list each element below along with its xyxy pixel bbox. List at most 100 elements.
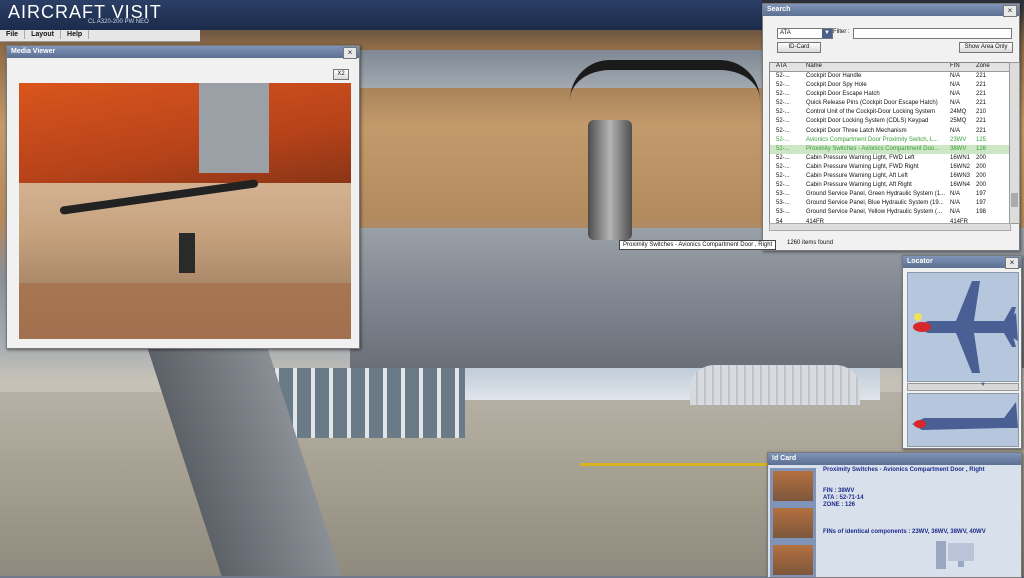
id-card-title: Id Card <box>768 453 1021 465</box>
table-row[interactable]: 52-... Avionics Compartment Door Proximit… <box>770 136 1010 145</box>
cell-name: Ground Service Panel, Green Hydraulic Sy… <box>806 191 946 198</box>
table-row[interactable]: 52-... Quick Release Pins (Cockpit Door E… <box>770 99 1010 108</box>
search-mode-select[interactable]: ATA ▼ <box>777 28 833 39</box>
cell-name: Cockpit Door Locking System (CDLS) Keypa… <box>806 118 929 125</box>
locator-top-view[interactable] <box>907 272 1019 382</box>
table-vertical-scrollbar[interactable] <box>1009 62 1020 224</box>
table-row[interactable]: 53-... Ground Service Panel, Green Hydrau… <box>770 190 1010 199</box>
table-row[interactable]: 52-... Cockpit Door Escape Hatch N/A 221 <box>770 90 1010 99</box>
cell-fin: 16WN2 <box>950 163 971 170</box>
locator-title: Locator <box>903 256 1021 268</box>
locator-side-view[interactable] <box>907 393 1019 447</box>
cell-name: Cockpit Door Spy Hole <box>806 82 867 89</box>
col-zone[interactable]: Zone <box>976 63 990 69</box>
filter-label: Filter : <box>833 29 850 35</box>
cell-ata: 52-... <box>776 109 790 116</box>
cell-fin: N/A <box>950 191 961 198</box>
table-row[interactable]: 52-... Cabin Pressure Warning Light, Aft … <box>770 172 1010 181</box>
cell-name: Control Unit of the Cockpit-Door Locking… <box>806 109 936 116</box>
table-horizontal-scrollbar[interactable] <box>769 223 1011 231</box>
cell-zone: 125 <box>976 136 987 143</box>
cell-fin: N/A <box>950 209 961 216</box>
hangar-building <box>690 365 860 405</box>
cell-zone: 200 <box>976 173 987 180</box>
thumbnail-image[interactable] <box>773 471 813 501</box>
locator-slider[interactable]: ▼ <box>907 382 1019 391</box>
media-viewer-close-button[interactable]: × <box>343 47 357 59</box>
slider-handle-icon[interactable]: ▼ <box>980 382 986 388</box>
cell-name: Cockpit Door Three Latch Mechanism <box>806 127 907 134</box>
cell-ata: 53-... <box>776 200 790 207</box>
menu-layout[interactable]: Layout <box>25 30 62 39</box>
table-row[interactable]: 52-... Cabin Pressure Warning Light, FWD … <box>770 154 1010 163</box>
cell-zone: 200 <box>976 154 987 161</box>
component-ata: ATA : 52-71-14 <box>823 495 864 501</box>
cell-zone: 197 <box>976 200 987 207</box>
menu-file[interactable]: File <box>0 30 26 39</box>
cell-ata: 53-... <box>776 191 790 198</box>
aircraft-top-view-icon <box>913 281 1018 373</box>
search-title: Search <box>763 4 1019 16</box>
scroll-thumb[interactable] <box>1011 193 1018 207</box>
cell-zone: 200 <box>976 163 987 170</box>
cell-name: Cabin Pressure Warning Light, Aft Left <box>806 173 908 180</box>
table-row[interactable]: 53-... Ground Service Panel, Blue Hydraul… <box>770 199 1010 208</box>
search-window: Search × ATA ▼ Filter : ID-Card Show Are… <box>762 3 1020 251</box>
proximity-sensor-model[interactable] <box>588 120 632 240</box>
table-row[interactable]: 52-... Cabin Pressure Warning Light, FWD … <box>770 163 1010 172</box>
table-row[interactable]: 52-... Cockpit Door Handle N/A 221 <box>770 72 1010 81</box>
zoom-x2-button[interactable]: X2 <box>333 69 349 80</box>
thumbnail-image[interactable] <box>773 508 813 538</box>
media-viewer-title: Media Viewer <box>7 46 359 58</box>
cell-ata: 53-... <box>776 209 790 216</box>
cell-ata: 52-... <box>776 127 790 134</box>
menu-help[interactable]: Help <box>61 30 90 39</box>
cable-harness <box>570 60 760 100</box>
table-row[interactable]: 52-... Cockpit Door Spy Hole N/A 221 <box>770 81 1010 90</box>
id-card-button[interactable]: ID-Card <box>777 42 821 53</box>
cell-ata: 52-... <box>776 118 790 125</box>
cell-fin: N/A <box>950 73 961 79</box>
cell-fin: 38WV <box>950 145 967 152</box>
cell-name: Quick Release Pins (Cockpit Door Escape … <box>806 100 938 107</box>
cell-ata: 52-... <box>776 73 790 79</box>
show-area-only-button[interactable]: Show Area Only <box>959 42 1013 53</box>
cell-fin: 23WV <box>950 136 967 143</box>
cell-fin: 16WN4 <box>950 182 971 189</box>
cell-name: Ground Service Panel, Blue Hydraulic Sys… <box>806 200 944 207</box>
results-count: 1260 items found <box>787 240 834 246</box>
thumbnail-image[interactable] <box>773 545 813 575</box>
component-photo <box>19 83 351 339</box>
cell-fin: N/A <box>950 82 961 89</box>
table-row[interactable]: 52-... Proximity Switches - Avionics Comp… <box>770 144 1010 154</box>
col-fin[interactable]: FIN <box>950 63 960 69</box>
cell-ata: 52-... <box>776 82 790 89</box>
table-row[interactable]: 52-... Control Unit of the Cockpit-Door L… <box>770 108 1010 117</box>
table-row[interactable]: 52-... Cockpit Door Three Latch Mechanism… <box>770 127 1010 136</box>
menu-bar: File Layout Help <box>0 30 200 42</box>
col-name[interactable]: Name <box>806 63 822 69</box>
table-row[interactable]: 53-... Ground Service Panel, Yellow Hydra… <box>770 208 1010 217</box>
app-header: AIRCRAFT VISIT CL A320-200 PW NEO <box>0 0 762 30</box>
cell-fin: 25MQ <box>950 118 967 125</box>
cell-ata: 52-... <box>776 173 790 180</box>
cell-ata: 52-... <box>776 91 790 98</box>
table-row[interactable]: 52-... Cockpit Door Locking System (CDLS)… <box>770 117 1010 126</box>
id-card-window: Id Card Proximity Switches - Avionics Co… <box>767 452 1022 578</box>
table-header: ATA Name FIN Zone <box>770 63 1010 72</box>
locator-close-button[interactable]: × <box>1005 257 1019 269</box>
chevron-down-icon[interactable]: ▼ <box>822 29 832 38</box>
filter-input[interactable] <box>853 28 1012 39</box>
cell-zone: 200 <box>976 182 987 189</box>
cell-zone: 221 <box>976 127 987 134</box>
cell-ata: 52-... <box>776 136 790 143</box>
table-row[interactable]: 52-... Cabin Pressure Warning Light, Aft … <box>770 181 1010 190</box>
col-ata[interactable]: ATA <box>776 63 787 69</box>
cell-fin: 24MQ <box>950 109 967 116</box>
row-tooltip: Proximity Switches - Avionics Compartmen… <box>619 240 777 250</box>
search-close-button[interactable]: × <box>1003 5 1017 17</box>
cell-fin: N/A <box>950 200 961 207</box>
results-table[interactable]: ATA Name FIN Zone 52-... Cockpit Door Han… <box>769 62 1011 224</box>
cell-name: Cabin Pressure Warning Light, Aft Right <box>806 182 912 189</box>
aircraft-side-view-icon <box>912 402 1018 430</box>
